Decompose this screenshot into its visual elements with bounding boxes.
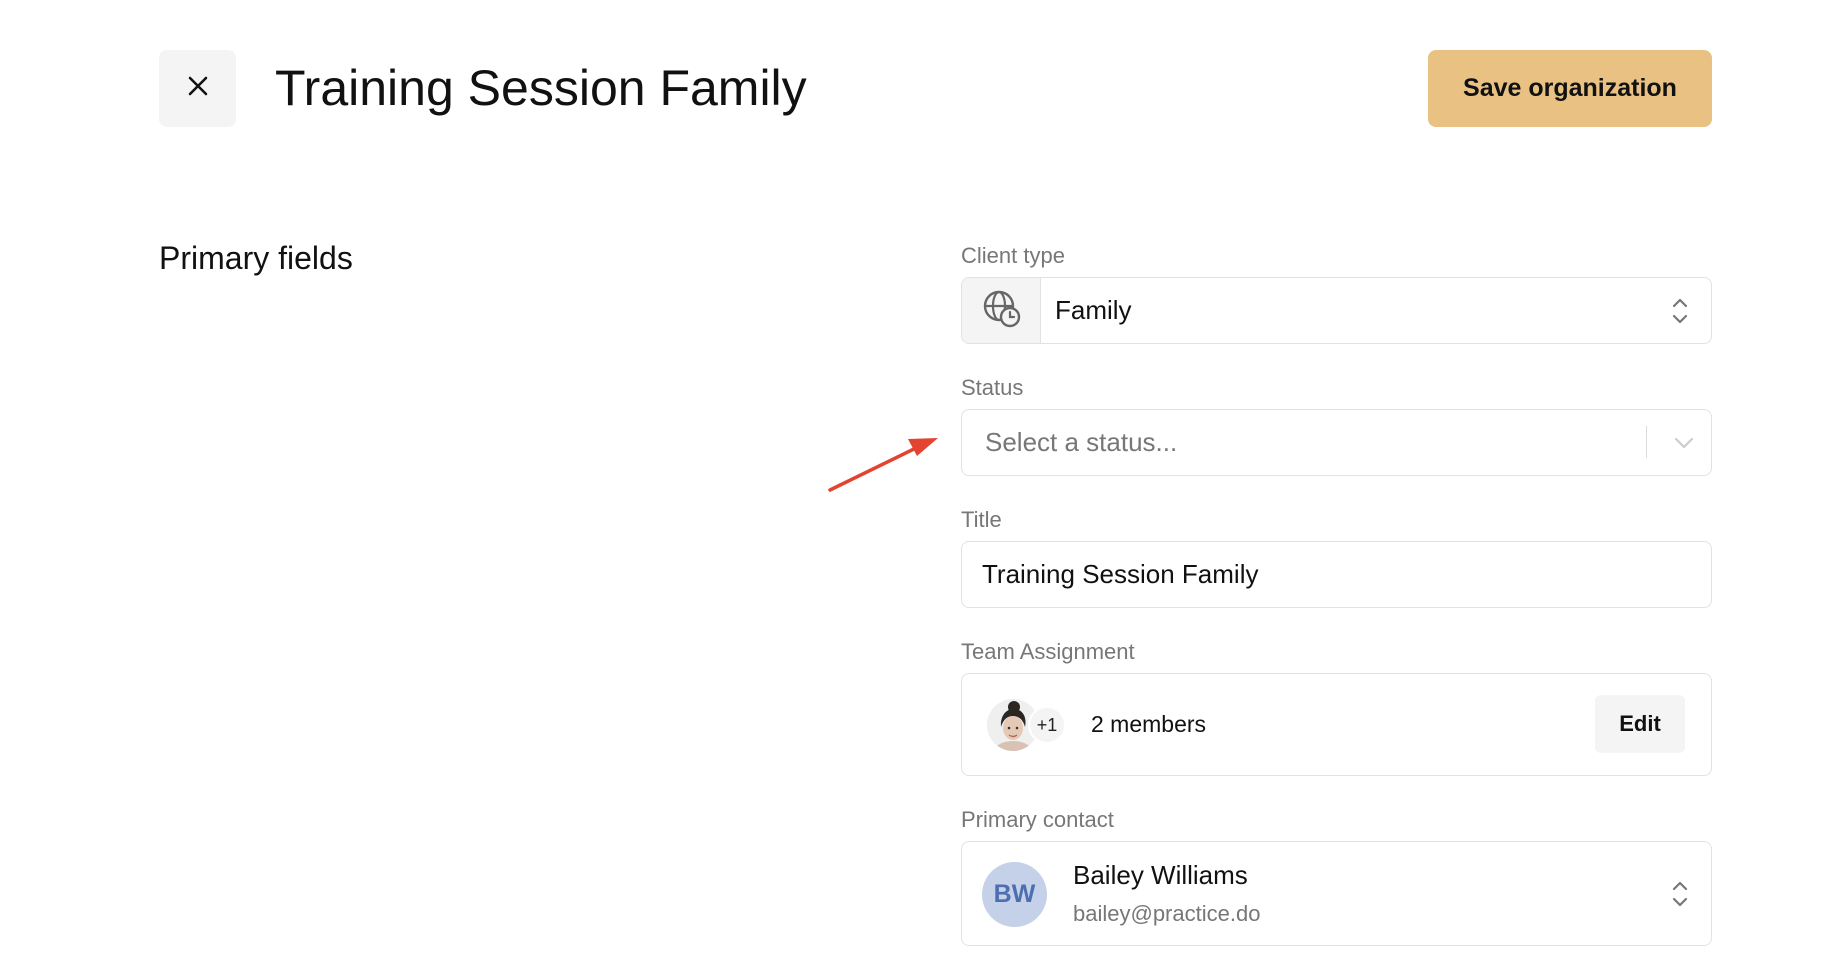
edit-team-button[interactable]: Edit bbox=[1595, 695, 1685, 753]
status-placeholder: Select a status... bbox=[985, 427, 1178, 457]
status-label: Status bbox=[961, 375, 1024, 400]
contact-name: Bailey Williams bbox=[1073, 860, 1248, 890]
page-title: Training Session Family bbox=[275, 60, 807, 116]
close-icon bbox=[186, 74, 210, 103]
members-count: 2 members bbox=[1091, 711, 1207, 737]
more-members-badge: +1 bbox=[1028, 706, 1066, 744]
chevron-down-icon[interactable] bbox=[1673, 436, 1695, 450]
save-organization-button[interactable]: Save organization bbox=[1428, 50, 1712, 127]
client-type-select[interactable]: Family bbox=[961, 277, 1712, 344]
primary-contact-select[interactable]: BW Bailey Williams bailey@practice.do bbox=[961, 841, 1712, 946]
title-label: Title bbox=[961, 507, 1002, 532]
annotation-arrow-icon bbox=[828, 438, 938, 492]
status-select[interactable]: Select a status... bbox=[961, 409, 1712, 476]
contact-avatar: BW bbox=[982, 862, 1047, 927]
chevron-up-down-icon bbox=[1671, 879, 1689, 909]
title-input[interactable] bbox=[961, 541, 1712, 608]
chevron-up-down-icon bbox=[1671, 296, 1689, 326]
globe-clock-icon bbox=[981, 288, 1021, 333]
close-button[interactable] bbox=[159, 50, 236, 127]
team-assignment-box: +1 2 members Edit bbox=[961, 673, 1712, 776]
contact-email: bailey@practice.do bbox=[1073, 901, 1261, 926]
status-divider bbox=[1645, 426, 1647, 458]
team-assignment-label: Team Assignment bbox=[961, 639, 1135, 664]
client-type-icon-cell bbox=[962, 278, 1041, 343]
client-type-value: Family bbox=[1055, 295, 1132, 325]
client-type-label: Client type bbox=[961, 243, 1065, 268]
organization-editor: Training Session Family Save organizatio… bbox=[0, 0, 1844, 970]
section-heading: Primary fields bbox=[159, 240, 353, 276]
primary-contact-label: Primary contact bbox=[961, 807, 1114, 832]
